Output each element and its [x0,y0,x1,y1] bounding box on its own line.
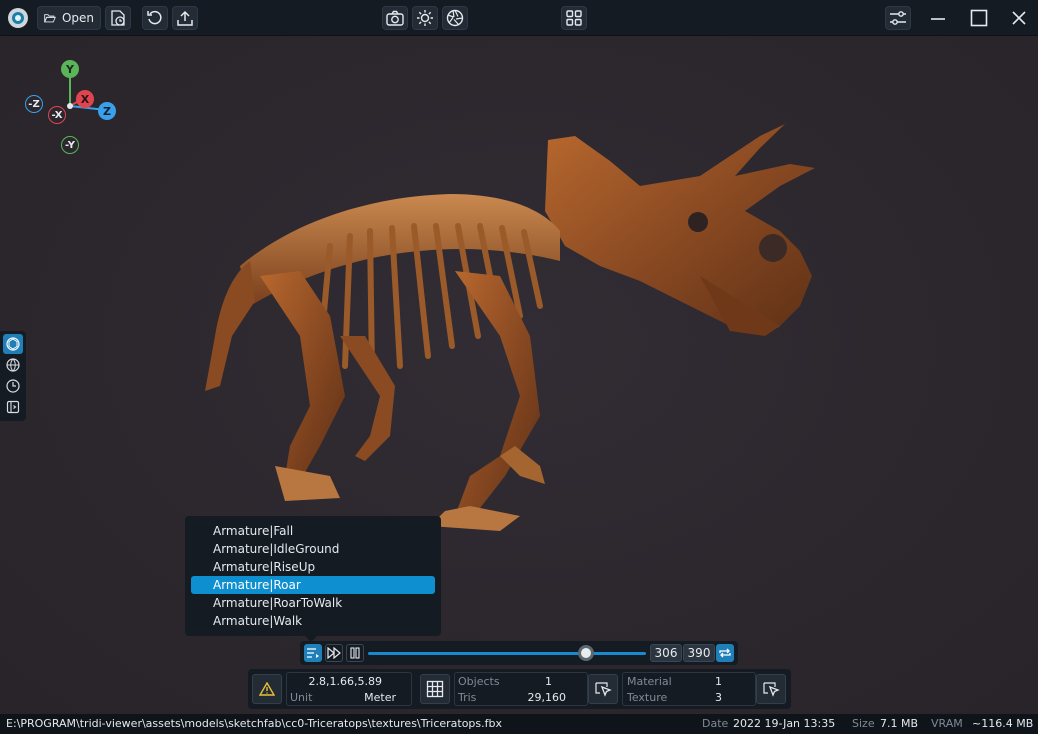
animation-timeline: 306 390 [300,641,738,665]
cursor-select-icon [763,682,780,697]
minimize-button[interactable] [925,6,951,30]
animation-list-item-selected[interactable]: Armature|Roar [191,576,435,594]
animation-list-item[interactable]: Armature|IdleGround [191,540,435,558]
pause-button[interactable] [346,644,364,662]
timeline-track[interactable] [368,652,646,655]
reload-button[interactable] [142,6,168,30]
timeline-scrubber-handle[interactable] [578,645,595,661]
orientation-gizmo[interactable]: Y X Z -Z -X -Y [24,58,124,158]
fast-forward-icon [327,647,341,659]
gizmo-z-negative[interactable]: -Z [25,95,43,113]
select-material-button[interactable] [756,674,786,704]
view-mode-panel-toggle-button[interactable] [3,397,23,417]
tris-label: Tris [458,691,477,704]
unit-label: Unit [290,691,313,704]
animation-list-item[interactable]: Armature|Walk [191,612,435,630]
warning-icon [259,682,275,696]
gizmo-x-negative[interactable]: -X [48,106,66,124]
layout-button[interactable] [561,6,587,30]
open-label: Open [61,11,94,25]
animation-list-item[interactable]: Armature|RoarToWalk [191,594,435,612]
current-frame: 306 [650,644,682,662]
texture-label: Texture [627,691,668,704]
gizmo-y-negative[interactable]: -Y [61,136,79,154]
maximize-button[interactable] [966,6,992,30]
render-settings-button[interactable] [442,6,468,30]
select-object-button[interactable] [588,674,618,704]
clock-icon [6,379,20,393]
vram-value: ~116.4 MB [972,717,1034,730]
loop-button[interactable] [716,644,734,662]
upload-icon [177,10,193,26]
size-label: Size [852,717,875,730]
minimize-icon [931,18,945,20]
camera-icon [386,10,404,26]
status-bar: E:\PROGRAM\tridi-viewer\assets\models\sk… [0,714,1038,734]
app-logo-icon[interactable] [5,6,31,30]
3d-viewport[interactable]: Y X Z -Z -X -Y [0,36,1038,714]
aperture-icon [446,9,464,27]
sidebar-icon [6,400,20,414]
animation-list-item[interactable]: Armature|RiseUp [191,558,435,576]
dimensions-value: 2.8,1.66,5.89 [308,675,382,688]
objects-value: 1 [545,675,552,688]
view-mode-environment-button[interactable] [3,355,23,375]
material-value: 1 [715,675,722,688]
animation-list-button[interactable] [304,644,322,662]
size-value: 7.1 MB [880,717,919,730]
gizmo-z-positive[interactable]: Z [98,102,116,120]
triceratops-skeleton-model[interactable] [0,36,1038,714]
lighting-button[interactable] [412,6,438,30]
model-stats-panel: 2.8,1.66,5.89 Unit Meter Objects 1 Tris … [248,669,791,709]
total-frames: 390 [683,644,715,662]
view-mode-model-button[interactable] [3,334,23,354]
objects-label: Objects [458,675,500,688]
recent-files-button[interactable] [105,6,131,30]
pause-icon [350,647,360,659]
preferences-button[interactable] [885,6,911,30]
warnings-button[interactable] [252,674,282,704]
animation-list-popup: Armature|Fall Armature|IdleGround Armatu… [185,516,441,636]
fast-forward-button[interactable] [325,644,343,662]
grid-icon [426,680,444,698]
playlist-icon [307,648,319,658]
cursor-select-icon [595,682,612,697]
file-path: E:\PROGRAM\tridi-viewer\assets\models\sk… [6,717,503,730]
cube-icon [6,337,20,351]
date-label: Date [702,717,729,730]
gizmo-y-positive[interactable]: Y [61,60,79,78]
unit-value: Meter [364,691,396,704]
screenshot-button[interactable] [382,6,408,30]
close-icon [1012,11,1026,25]
maximize-icon [970,9,988,27]
vram-label: VRAM [931,717,963,730]
top-toolbar: Open [0,0,1038,36]
view-mode-animation-button[interactable] [3,376,23,396]
date-value: 2022 19-Jan 13:35 [733,717,836,730]
grid-layout-icon [566,10,582,26]
view-mode-panel [0,331,26,421]
export-button[interactable] [172,6,198,30]
refresh-icon [147,10,162,25]
sun-icon [417,10,433,26]
grid-toggle-button[interactable] [420,674,450,704]
texture-value: 3 [715,691,722,704]
open-button[interactable]: Open [37,6,101,30]
animation-list-item[interactable]: Armature|Fall [191,522,435,540]
close-button[interactable] [1006,6,1032,30]
globe-icon [6,358,20,372]
tris-value: 29,160 [527,691,567,704]
material-label: Material [627,675,672,688]
sliders-icon [890,11,906,25]
loop-icon [719,648,731,658]
gizmo-x-positive[interactable]: X [76,90,94,108]
folder-open-icon [44,14,56,23]
history-file-icon [111,10,125,26]
